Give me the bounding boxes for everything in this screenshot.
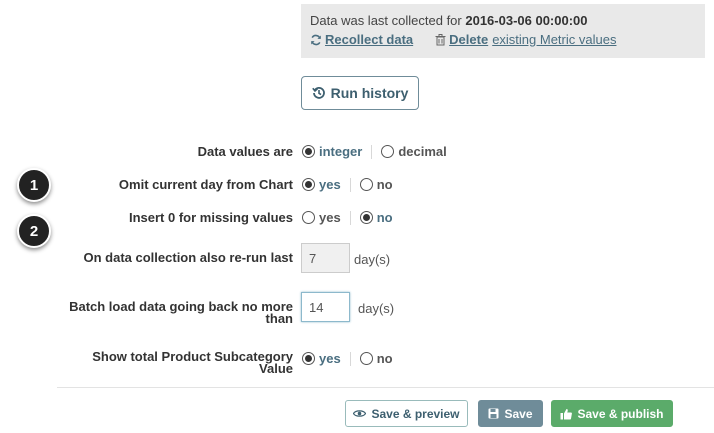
history-icon [311,86,326,100]
omit-yes-radio[interactable]: yes [302,177,341,192]
batch-load-label-line1: Batch load data going back no more [69,299,293,314]
last-collected-text: Data was last collected for 2016-03-06 0… [310,13,696,29]
decimal-radio-button[interactable] [381,145,395,158]
refresh-icon [310,34,322,46]
integer-label: integer [319,144,363,159]
show-total-yes-radio[interactable]: yes [302,351,341,366]
insert-zero-yes-label: yes [319,210,341,225]
decimal-label: decimal [398,144,447,159]
delete-rest-label: existing Metric values [492,32,617,47]
save-button[interactable]: Save [478,400,543,427]
insert-zero-no-label: no [376,210,393,225]
show-total-label-line2: Value [259,361,293,376]
last-collected-prefix: Data was last collected for [310,13,462,28]
save-label: Save [504,406,533,421]
rerun-days-unit: day(s) [354,252,391,267]
save-and-preview-button[interactable]: Save & preview [345,400,468,427]
insert-zero-no-radio[interactable]: no [359,210,393,225]
show-total-no-label: no [376,351,393,366]
show-total-no-radio-button[interactable] [359,352,373,365]
show-total-label: Show total Product Subcategory Value [92,350,293,376]
omit-current-day-label: Omit current day from Chart [118,177,293,192]
integer-radio[interactable]: integer [302,144,362,159]
recollect-data-label: Recollect data [325,32,414,47]
show-total-yes-radio-button[interactable] [302,352,315,365]
step-badge-1: 1 [17,168,51,202]
floppy-disk-icon [488,408,499,419]
rerun-days-input[interactable] [301,243,350,273]
delete-label: Delete [449,32,489,47]
omit-yes-radio-button[interactable] [302,178,315,191]
insert-zero-yes-radio-button[interactable] [302,211,315,224]
recollect-data-link[interactable]: Recollect data [310,32,413,48]
batch-load-label-line2: than [265,311,293,326]
eye-icon [353,409,367,418]
run-history-button[interactable]: Run history [301,76,419,110]
insert-zero-yes-radio[interactable]: yes [302,210,341,225]
decimal-radio[interactable]: decimal [381,144,447,159]
insert-zero-no-radio-button[interactable] [359,211,373,224]
omit-yes-label: yes [319,177,341,192]
save-and-publish-label: Save & publish [577,406,664,421]
trash-icon [435,34,446,46]
delete-metric-values-link[interactable]: Delete existing Metric values [435,32,616,48]
run-history-label: Run history [330,85,409,101]
collection-info-box: Data was last collected for 2016-03-06 0… [301,4,705,58]
rerun-last-label: On data collection also re-run last [83,250,294,265]
show-total-yes-label: yes [319,351,341,366]
save-and-publish-button[interactable]: Save & publish [551,400,673,427]
step-badge-2: 2 [17,214,51,248]
insert-zero-label: Insert 0 for missing values [128,210,293,225]
batch-load-days-unit: day(s) [358,301,395,316]
omit-no-radio[interactable]: no [359,177,393,192]
last-collected-date: 2016-03-06 00:00:00 [465,13,588,28]
integer-radio-button[interactable] [302,145,315,158]
omit-no-radio-button[interactable] [359,178,373,191]
thumbs-up-icon [560,408,573,420]
show-total-no-radio[interactable]: no [359,351,393,366]
batch-load-label: Batch load data going back no more than [69,299,293,326]
footer-divider [57,387,714,388]
save-and-preview-label: Save & preview [371,406,460,421]
data-values-label: Data values are [197,144,293,159]
omit-no-label: no [376,177,393,192]
batch-load-days-input[interactable] [301,292,350,322]
